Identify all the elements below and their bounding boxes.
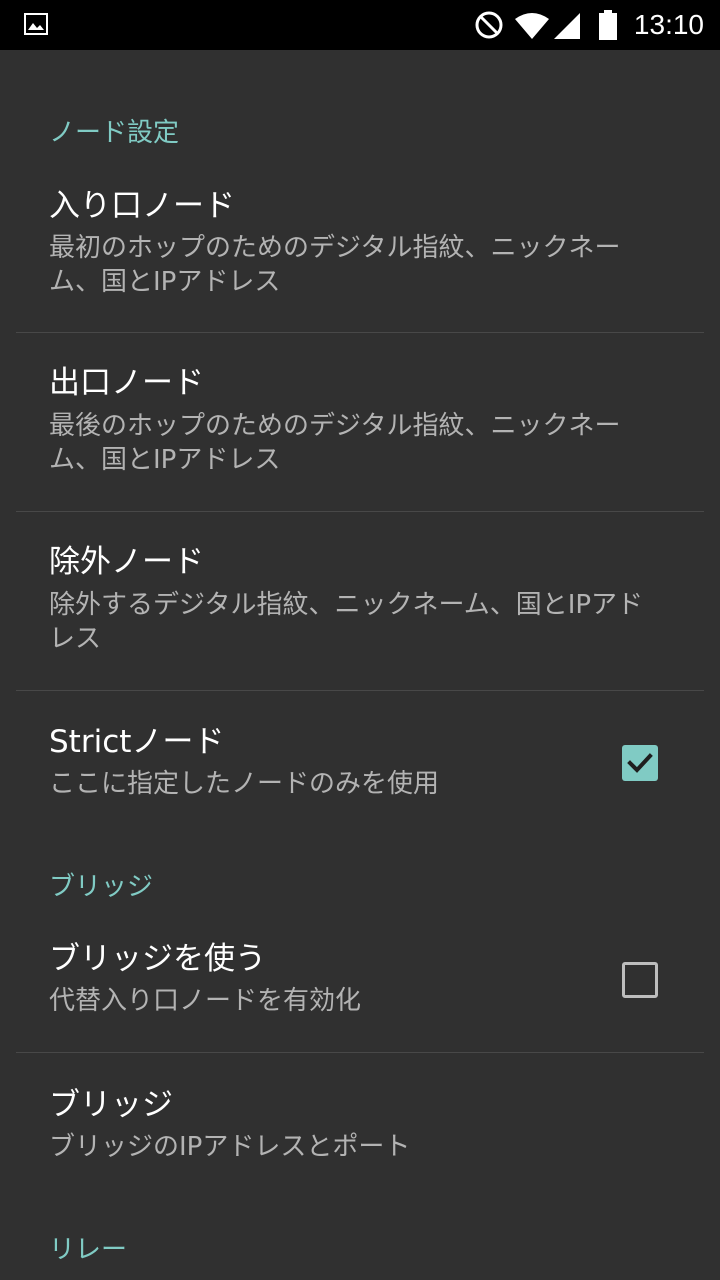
pref-summary: ここに指定したノードのみを使用 [49,769,440,799]
pref-entry-nodes[interactable]: 入り口ノード 最初のホップのためのデジタル指紋、ニックネーム、国とIPアドレス [0,170,720,332]
pref-use-bridges[interactable]: ブリッジを使う 代替入り口ノードを有効化 [0,920,720,1052]
pref-title: ブリッジ [49,1087,173,1123]
clock: 13:10 [633,9,704,40]
pref-summary: 代替入り口ノードを有効化 [49,986,362,1016]
image-icon [24,13,48,39]
strict-nodes-checkbox[interactable] [622,745,658,781]
pref-summary: 除外するデジタル指紋、ニックネーム、国とIPアドレス [49,590,644,654]
status-bar: 13:10 [0,0,720,50]
settings-list[interactable]: ノード設定 入り口ノード 最初のホップのためのデジタル指紋、ニックネーム、国とI… [0,50,720,1280]
pref-title: 入り口ノード [49,188,235,224]
category-node-settings: ノード設定 [49,118,180,148]
check-icon [627,753,653,773]
pref-bridges[interactable]: ブリッジ ブリッジのIPアドレスとポート [0,1053,720,1201]
do-not-disturb-icon [474,10,504,44]
pref-title: 除外ノード [49,544,204,580]
battery-icon [599,10,617,44]
pref-exit-nodes[interactable]: 出口ノード 最後のホップのためのデジタル指紋、ニックネーム、国とIPアドレス [0,333,720,511]
use-bridges-checkbox[interactable] [622,962,658,998]
pref-title: ブリッジを使う [49,941,266,977]
wifi-icon [514,12,550,44]
pref-summary: ブリッジのIPアドレスとポート [49,1132,411,1162]
signal-icon [552,12,582,44]
pref-title: Strictノード [49,724,225,760]
pref-exclude-nodes[interactable]: 除外ノード 除外するデジタル指紋、ニックネーム、国とIPアドレス [0,512,720,690]
category-relay: リレー [49,1235,128,1265]
pref-strict-nodes[interactable]: Strictノード ここに指定したノードのみを使用 [0,691,720,839]
pref-summary: 最後のホップのためのデジタル指紋、ニックネーム、国とIPアドレス [49,411,621,475]
pref-title: 出口ノード [49,365,204,401]
pref-summary: 最初のホップのためのデジタル指紋、ニックネーム、国とIPアドレス [49,233,621,297]
category-bridges: ブリッジ [49,872,154,902]
